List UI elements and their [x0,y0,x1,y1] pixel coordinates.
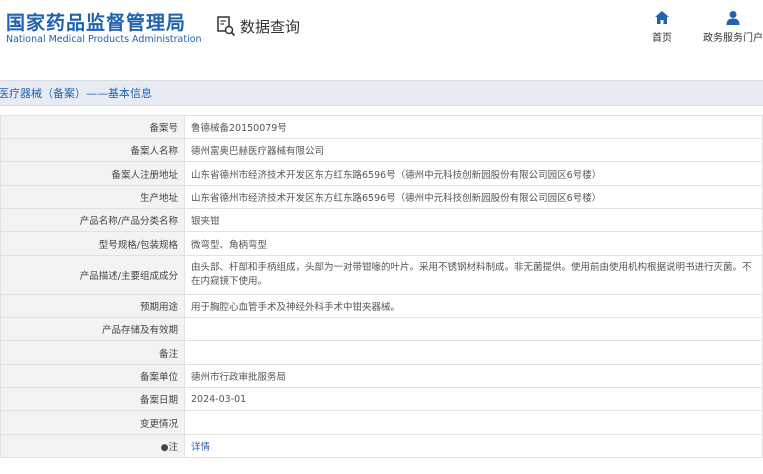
field-value: 鲁德械备20150079号 [184,115,763,139]
field-label: 生产地址 [0,185,185,209]
field-label: 备案单位 [0,364,185,388]
data-query-title: 数据查询 [216,14,300,38]
table-row: 预期用途 用于胸腔心血管手术及神经外科手术中钳夹器械。 [0,294,763,318]
table-row: ●注 详情 [0,434,763,458]
table-row: 型号规格/包装规格 微弯型、角柄弯型 [0,231,763,256]
table-row: 生产地址 山东省德州市经济技术开发区东方红东路6596号（德州中元科技创新园股份… [0,185,763,209]
field-value: 2024-03-01 [184,387,763,411]
field-label: 备案人注册地址 [0,161,185,186]
table-row: 备案单位 德州市行政审批服务局 [0,364,763,388]
section-header: 医疗器械（备案）——基本信息 [0,80,763,106]
site-logo-title[interactable]: 国家药品监督管理局 [6,8,186,35]
field-value: 由头部、杆部和手柄组成，头部为一对带钳喙的叶片。采用不锈钢材料制成。非无菌提供。… [184,255,763,295]
table-row: 产品描述/主要组成成分 由头部、杆部和手柄组成，头部为一对带钳喙的叶片。采用不锈… [0,255,763,295]
field-value: 山东省德州市经济技术开发区东方红东路6596号（德州中元科技创新园股份有限公司园… [184,185,763,209]
field-value [184,410,763,435]
record-detail-table: 备案号 鲁德械备20150079号 备案人名称 德州富奥巴赫医疗器械有限公司 备… [0,115,763,458]
home-icon [655,11,669,24]
field-label: 产品描述/主要组成成分 [0,255,185,295]
field-label: 产品名称/产品分类名称 [0,208,185,232]
field-value [184,340,763,365]
site-logo-subtitle: National Medical Products Administration [6,34,202,45]
details-link[interactable]: 详情 [191,442,210,453]
nav-home[interactable]: 首页 [650,10,674,44]
field-label: 备案人名称 [0,138,185,162]
section-title: 医疗器械（备案）——基本信息 [0,87,152,100]
document-search-icon [217,16,236,37]
table-row: 备注 [0,340,763,365]
site-header: 国家药品监督管理局 National Medical Products Admi… [0,0,763,62]
field-label: 产品存储及有效期 [0,317,185,341]
field-value [184,317,763,341]
table-row: 备案日期 2024-03-01 [0,387,763,411]
field-label-text: 注 [168,442,178,453]
table-row: 产品名称/产品分类名称 银夹钳 [0,208,763,232]
table-row: 备案人注册地址 山东省德州市经济技术开发区东方红东路6596号（德州中元科技创新… [0,161,763,186]
table-row: 备案人名称 德州富奥巴赫医疗器械有限公司 [0,138,763,162]
field-label: 型号规格/包装规格 [0,231,185,256]
field-value: 微弯型、角柄弯型 [184,231,763,256]
field-value: 详情 [184,434,763,458]
field-value: 银夹钳 [184,208,763,232]
field-label: 备注 [0,340,185,365]
table-row: 变更情况 [0,410,763,435]
table-row: 备案号 鲁德械备20150079号 [0,115,763,139]
field-label: 备案号 [0,115,185,139]
field-label-note: ●注 [0,434,185,458]
field-value: 德州富奥巴赫医疗器械有限公司 [184,138,763,162]
field-value: 用于胸腔心血管手术及神经外科手术中钳夹器械。 [184,294,763,318]
nav-gov-service-portal[interactable]: 政务服务门户 [700,10,763,44]
nav-home-label: 首页 [652,33,672,44]
user-icon [726,11,740,25]
field-value: 德州市行政审批服务局 [184,364,763,388]
field-label: 备案日期 [0,387,185,411]
field-label: 变更情况 [0,410,185,435]
field-value: 山东省德州市经济技术开发区东方红东路6596号（德州中元科技创新园股份有限公司园… [184,161,763,186]
field-label: 预期用途 [0,294,185,318]
nav-portal-label: 政务服务门户 [703,33,763,44]
table-row: 产品存储及有效期 [0,317,763,341]
data-query-label: 数据查询 [240,17,301,36]
